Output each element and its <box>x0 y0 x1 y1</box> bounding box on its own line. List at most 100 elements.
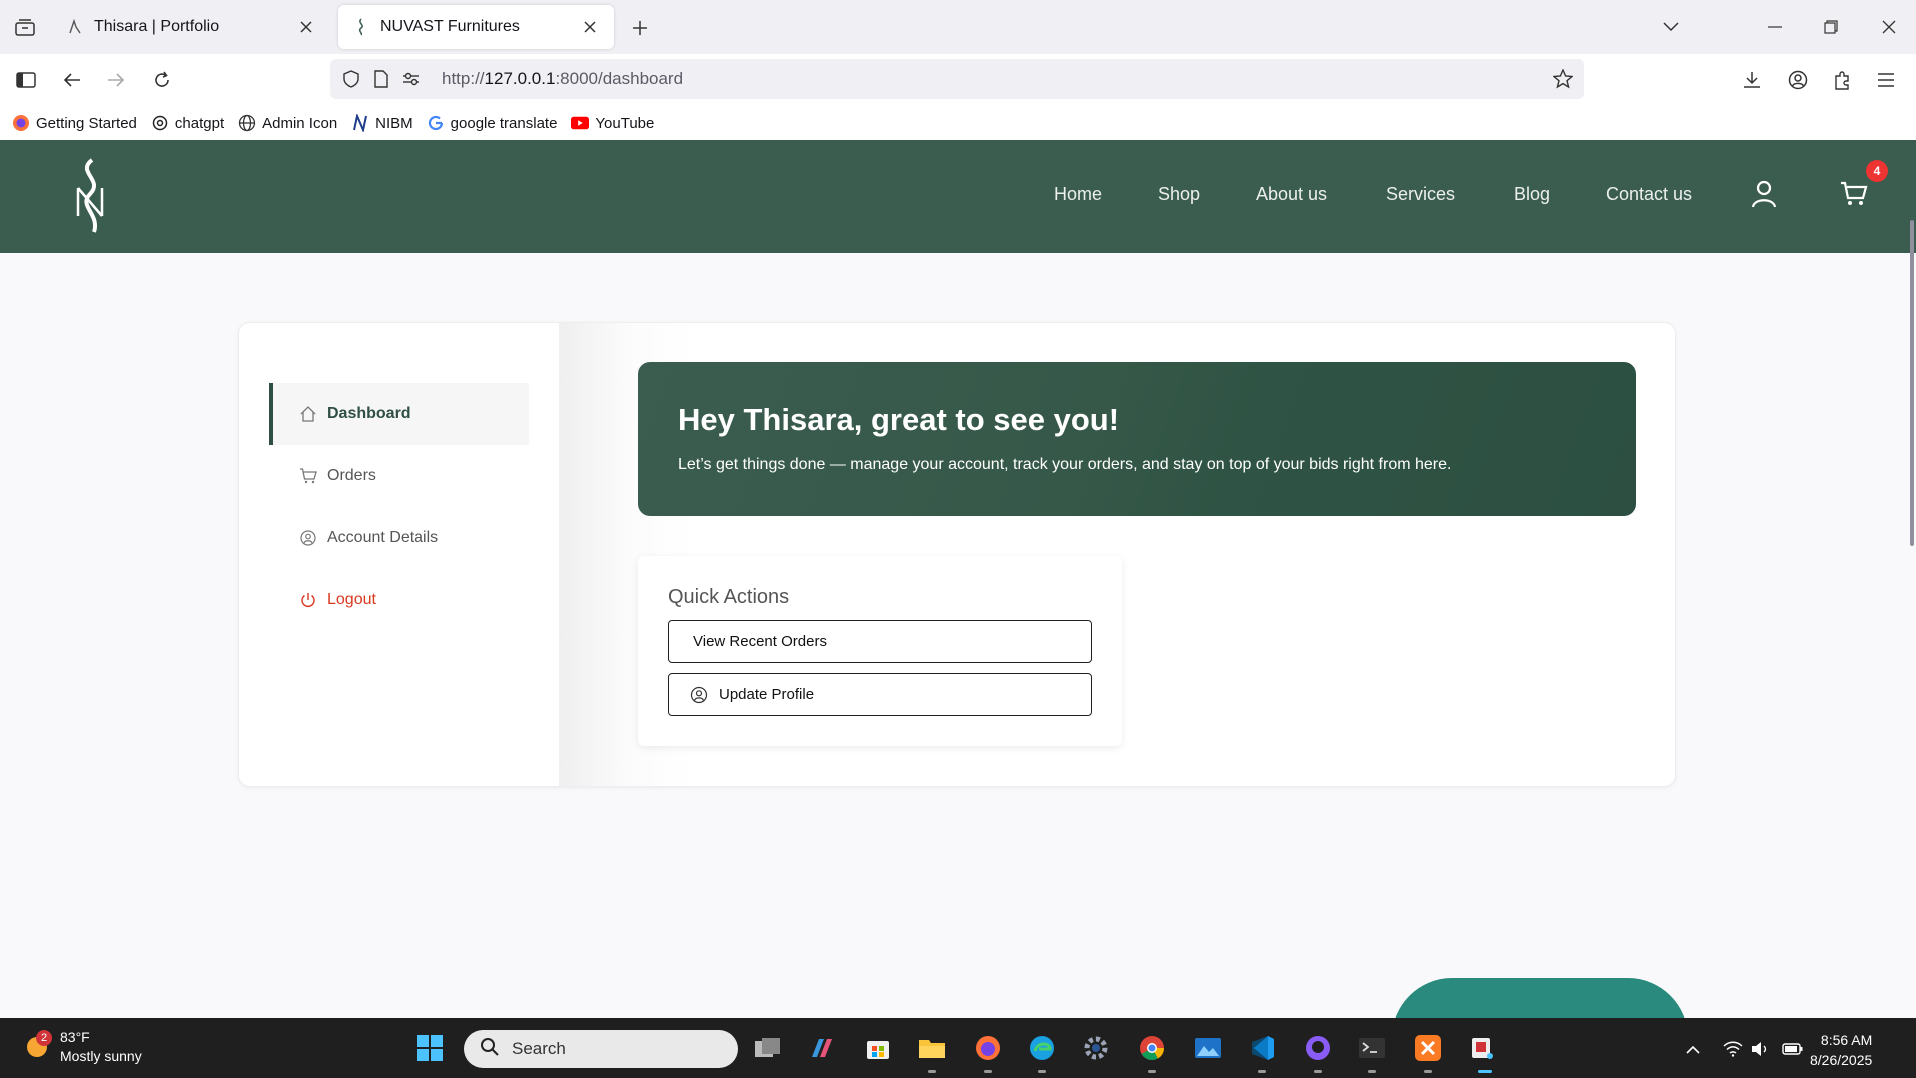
new-tab-icon[interactable] <box>626 14 654 42</box>
taskbar-running-indicator <box>1424 1070 1432 1073</box>
edge-icon[interactable] <box>1026 1032 1058 1064</box>
clock-date: 8/26/2025 <box>1810 1052 1873 1068</box>
tab-title: NUVAST Furnitures <box>380 18 520 35</box>
user-circle-icon <box>299 529 317 547</box>
download-icon[interactable] <box>1736 64 1768 96</box>
sidebar-item-label: Orders <box>327 467 376 484</box>
update-profile-button[interactable]: Update Profile <box>668 673 1092 716</box>
quick-actions-panel: Quick Actions View Recent Orders Update … <box>638 556 1122 746</box>
search-icon <box>480 1037 500 1062</box>
chevron-up-icon[interactable] <box>1682 1038 1704 1060</box>
nav-about-us[interactable]: About us <box>1256 184 1327 205</box>
page-icon[interactable] <box>370 68 392 90</box>
forward-arrow-icon[interactable] <box>100 64 132 96</box>
windows-taskbar: 2 83°F Mostly sunny Search 8:56 AM 8/26/… <box>0 1018 1916 1078</box>
url-text[interactable]: http://127.0.0.1:8000/dashboard <box>442 69 683 89</box>
photos-icon[interactable] <box>1192 1032 1224 1064</box>
nav-blog[interactable]: Blog <box>1514 184 1550 205</box>
url-host: 127.0.0.1 <box>484 69 556 88</box>
snipping-tool-icon[interactable] <box>1466 1032 1498 1064</box>
shield-icon[interactable] <box>340 68 362 90</box>
bookmark-youtube[interactable]: YouTube <box>571 114 654 132</box>
tab-nuvast[interactable]: NUVAST Furnitures <box>338 5 614 49</box>
site-header: Home Shop About us Services Blog Contact… <box>0 140 1916 253</box>
weather-condition: Mostly sunny <box>60 1048 142 1064</box>
github-desktop-icon[interactable] <box>1302 1032 1334 1064</box>
page-scrollbar[interactable] <box>1910 220 1914 546</box>
minimize-icon[interactable] <box>1760 12 1790 42</box>
firefox-taskbar-icon[interactable] <box>972 1032 1004 1064</box>
battery-icon[interactable] <box>1782 1038 1804 1060</box>
xampp-icon[interactable] <box>1412 1032 1444 1064</box>
sidebar-item-orders[interactable]: Orders <box>269 445 529 507</box>
taskbar-running-indicator <box>1258 1070 1266 1073</box>
nuvast-logo[interactable] <box>70 158 112 234</box>
tab-portfolio[interactable]: Thisara | Portfolio <box>52 5 330 49</box>
tab-overflow-chevron-icon[interactable] <box>1656 12 1686 42</box>
nav-services[interactable]: Services <box>1386 184 1455 205</box>
reload-icon[interactable] <box>146 64 178 96</box>
windows-start-icon[interactable] <box>414 1032 446 1064</box>
sidebar-item-label: Account Details <box>327 529 439 546</box>
youtube-icon <box>571 114 590 132</box>
file-explorer-icon[interactable] <box>916 1032 948 1064</box>
taskbar-running-indicator <box>1314 1070 1322 1073</box>
close-window-icon[interactable] <box>1874 12 1904 42</box>
wifi-icon[interactable] <box>1722 1038 1744 1060</box>
copilot-icon[interactable] <box>806 1032 838 1064</box>
sidebar-toggle-icon[interactable] <box>10 64 42 96</box>
close-tab-icon[interactable] <box>580 17 600 37</box>
cart-icon[interactable] <box>1838 178 1870 210</box>
portfolio-favicon-icon <box>66 18 84 36</box>
bookmark-getting-started[interactable]: Getting Started <box>12 114 137 132</box>
bookmark-label: Getting Started <box>36 114 137 132</box>
restore-icon[interactable] <box>1816 12 1846 42</box>
button-label: Update Profile <box>719 686 815 703</box>
url-path: :8000/dashboard <box>555 69 684 88</box>
extensions-icon[interactable] <box>1826 64 1858 96</box>
settings-gear-icon[interactable] <box>1080 1032 1112 1064</box>
user-icon[interactable] <box>1748 178 1780 210</box>
sidebar-item-label: Dashboard <box>327 405 411 422</box>
chrome-icon[interactable] <box>1136 1032 1168 1064</box>
weather-alert-badge: 2 <box>36 1030 52 1046</box>
close-tab-icon[interactable] <box>296 17 316 37</box>
back-arrow-icon[interactable] <box>56 64 88 96</box>
sidebar-item-dashboard[interactable]: Dashboard <box>269 383 529 445</box>
cart-icon <box>299 467 317 485</box>
taskbar-running-indicator <box>928 1070 936 1073</box>
system-clock[interactable]: 8:56 AM 8/26/2025 <box>1810 1030 1872 1070</box>
welcome-heading: Hey Thisara, great to see you! <box>678 402 1120 437</box>
volume-icon[interactable] <box>1750 1038 1772 1060</box>
weather-widget[interactable]: 2 83°F Mostly sunny <box>22 1028 142 1066</box>
welcome-text: Let’s get things done — manage your acco… <box>678 456 1452 473</box>
weather-temperature: 83°F <box>60 1029 90 1045</box>
vscode-icon[interactable] <box>1246 1032 1278 1064</box>
nav-shop[interactable]: Shop <box>1158 184 1200 205</box>
account-icon[interactable] <box>1782 64 1814 96</box>
tab-list-icon[interactable] <box>8 10 42 44</box>
terminal-icon[interactable] <box>1356 1032 1388 1064</box>
permissions-icon[interactable] <box>400 68 422 90</box>
bookmark-admin-icon[interactable]: Admin Icon <box>238 114 337 132</box>
search-placeholder: Search <box>512 1039 566 1058</box>
nav-contact-us[interactable]: Contact us <box>1606 184 1692 205</box>
bookmark-nibm[interactable]: NIBM <box>351 114 413 132</box>
sidebar-item-logout[interactable]: Logout <box>269 569 529 631</box>
store-icon[interactable] <box>862 1032 894 1064</box>
browser-tab-strip: Thisara | Portfolio NUVAST Furnitures <box>0 0 1916 54</box>
welcome-banner: Hey Thisara, great to see you! Let’s get… <box>638 362 1636 516</box>
menu-icon[interactable] <box>1870 64 1902 96</box>
nav-home[interactable]: Home <box>1054 184 1102 205</box>
task-view-icon[interactable] <box>752 1032 784 1064</box>
url-scheme: http:// <box>442 69 485 88</box>
bookmark-google-translate[interactable]: google translate <box>427 114 557 132</box>
taskbar-running-indicator <box>984 1070 992 1073</box>
taskbar-search[interactable]: Search <box>464 1030 738 1068</box>
sidebar-item-account-details[interactable]: Account Details <box>269 507 529 569</box>
view-recent-orders-button[interactable]: View Recent Orders <box>668 620 1092 663</box>
taskbar-active-indicator <box>1478 1070 1492 1073</box>
bookmark-chatgpt[interactable]: chatgpt <box>151 114 224 132</box>
address-bar[interactable]: http://127.0.0.1:8000/dashboard <box>330 59 1584 99</box>
bookmark-star-icon[interactable] <box>1552 68 1574 90</box>
